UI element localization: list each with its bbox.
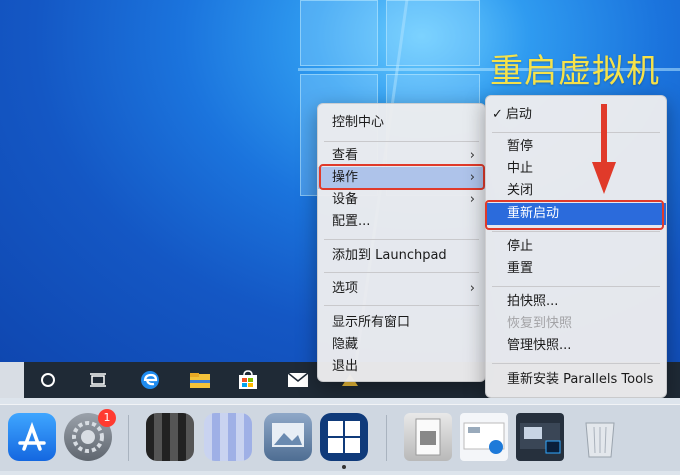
- mail-icon[interactable]: [278, 362, 318, 398]
- vm-context-menu: 控制中心 查看 › 操作 › 设备 › 配置... 添加到 Launchpad 选项 ›…: [317, 103, 486, 382]
- file-document-icon[interactable]: [404, 413, 452, 461]
- blurred-app-icon[interactable]: [204, 413, 252, 461]
- macos-dock: 1: [0, 404, 680, 471]
- submenu-item-start[interactable]: ✓ 启动: [486, 104, 666, 126]
- menu-item-devices[interactable]: 设备 ›: [318, 189, 485, 211]
- menu-item-options-label: 选项: [332, 281, 359, 296]
- menu-item-hide[interactable]: 隐藏: [318, 334, 485, 356]
- submenu-item-pause[interactable]: 暂停: [486, 136, 666, 158]
- app-store-icon[interactable]: [8, 413, 56, 461]
- windows-logo-pane: [300, 0, 378, 66]
- submenu-item-reinstall-tools[interactable]: 重新安装 Parallels Tools: [486, 369, 666, 391]
- menu-item-devices-label: 设备: [332, 192, 359, 207]
- screenshot-thumbnail-icon[interactable]: [516, 413, 564, 461]
- menu-separator: [492, 286, 660, 287]
- checkmark-icon: ✓: [492, 107, 503, 122]
- submenu-item-suspend[interactable]: 停止: [486, 236, 666, 258]
- menu-separator: [492, 132, 660, 133]
- red-arrow-icon: [592, 104, 616, 194]
- running-indicator: [342, 465, 346, 469]
- chevron-right-icon: ›: [469, 192, 475, 207]
- menu-separator: [324, 141, 479, 142]
- windows-logo-pane: [386, 0, 480, 66]
- menu-item-control-center[interactable]: 控制中心: [318, 112, 485, 134]
- menu-item-add-launchpad[interactable]: 添加到 Launchpad: [318, 245, 485, 267]
- preview-app-icon[interactable]: [264, 413, 312, 461]
- menu-separator: [324, 305, 479, 306]
- menu-item-view-label: 查看: [332, 148, 359, 163]
- edge-browser-icon[interactable]: [130, 362, 170, 398]
- chevron-right-icon: ›: [469, 281, 475, 296]
- screenshot-thumbnail-icon[interactable]: [460, 413, 508, 461]
- file-explorer-icon[interactable]: [180, 362, 220, 398]
- submenu-item-start-label: 启动: [505, 107, 532, 122]
- annotation-title: 重启虚拟机: [490, 51, 660, 90]
- cortana-search-icon[interactable]: [28, 362, 68, 398]
- menu-item-options[interactable]: 选项 ›: [318, 278, 485, 300]
- menu-separator: [492, 363, 660, 364]
- windows-vm-icon[interactable]: [320, 413, 368, 461]
- start-area[interactable]: [0, 362, 24, 398]
- menu-item-actions[interactable]: 操作 ›: [318, 167, 485, 189]
- notification-badge: 1: [98, 409, 116, 427]
- task-view-icon[interactable]: [78, 362, 118, 398]
- dock-divider: [128, 415, 129, 461]
- menu-separator: [324, 272, 479, 273]
- submenu-item-restart[interactable]: 重新启动: [486, 203, 666, 225]
- chevron-right-icon: ›: [469, 170, 475, 185]
- microsoft-store-icon[interactable]: [228, 362, 268, 398]
- chevron-right-icon: ›: [469, 148, 475, 163]
- menu-item-configure[interactable]: 配置...: [318, 211, 485, 233]
- menu-item-show-all-windows[interactable]: 显示所有窗口: [318, 312, 485, 334]
- menu-item-view[interactable]: 查看 ›: [318, 145, 485, 167]
- submenu-item-shutdown[interactable]: 关闭: [486, 180, 666, 202]
- trash-icon[interactable]: [576, 413, 624, 461]
- blurred-app-icon[interactable]: [146, 413, 194, 461]
- submenu-item-abort[interactable]: 中止: [486, 158, 666, 180]
- submenu-item-revert-snapshot: 恢复到快照: [507, 316, 573, 331]
- menu-item-actions-label: 操作: [332, 170, 359, 185]
- submenu-item-reset[interactable]: 重置: [486, 258, 666, 280]
- submenu-item-take-snapshot[interactable]: 拍快照...: [486, 291, 666, 313]
- system-preferences-icon[interactable]: 1: [64, 409, 116, 461]
- dock-divider: [386, 415, 387, 461]
- actions-submenu: ✓ 启动 暂停 中止 关闭 重新启动 停止 重置 拍快照... 恢复到快照 管理快…: [485, 95, 667, 398]
- submenu-item-manage-snapshots[interactable]: 管理快照...: [486, 335, 666, 357]
- menu-item-quit[interactable]: 退出: [318, 356, 485, 378]
- menu-separator: [324, 239, 479, 240]
- menu-separator: [492, 231, 660, 232]
